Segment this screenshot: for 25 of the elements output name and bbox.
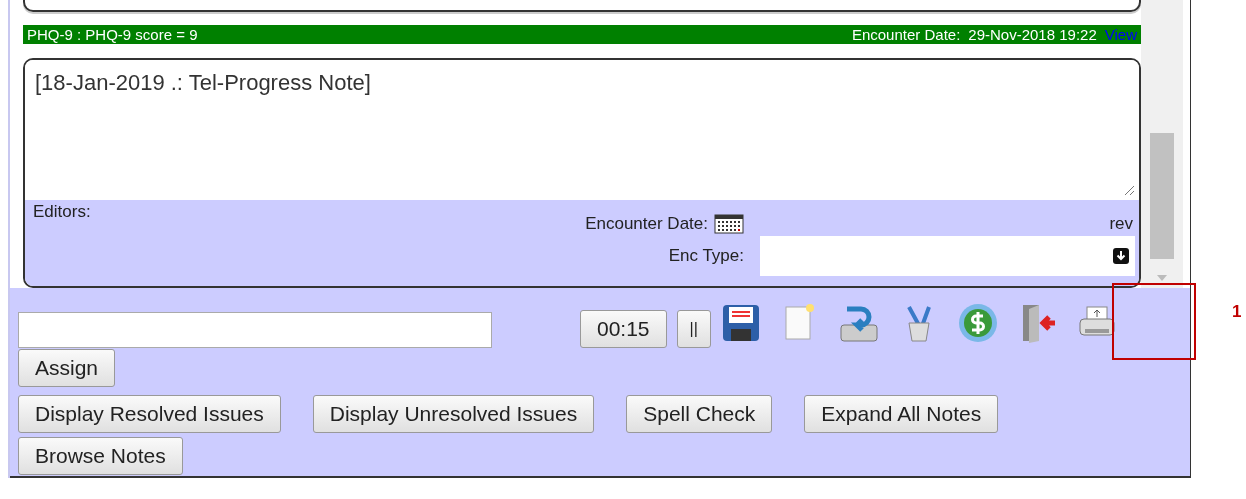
resize-grip-icon[interactable] xyxy=(1123,184,1135,197)
encounter-date-value: 29-Nov-2018 19:22 xyxy=(968,26,1097,44)
calendar-icon[interactable] xyxy=(714,214,744,235)
editors-label: Editors: xyxy=(33,202,91,223)
timer-button[interactable]: 00:15 xyxy=(580,310,667,348)
dollar-icon[interactable] xyxy=(956,302,999,344)
rev-label: rev xyxy=(1109,214,1133,235)
callout-number: 1 xyxy=(1232,302,1242,322)
phq-score: PHQ-9 : PHQ-9 score = 9 xyxy=(27,26,198,44)
save-icon[interactable] xyxy=(720,303,761,343)
action-button[interactable]: Display Resolved Issues xyxy=(18,395,281,433)
note-title: [18-Jan-2019 .: Tel-Progress Note] xyxy=(35,70,371,96)
scrollbar-thumb[interactable] xyxy=(1150,133,1174,259)
assign-button[interactable]: Assign xyxy=(18,349,116,387)
encounter-date-label: Encounter Date: xyxy=(585,214,708,235)
pause-button[interactable]: || xyxy=(676,310,711,348)
enc-type-label: Enc Type: xyxy=(668,246,744,267)
encounter-date-label: Encounter Date: xyxy=(851,26,961,44)
action-button[interactable]: Display Unresolved Issues xyxy=(312,395,595,433)
scroll-down-arrow-icon[interactable] xyxy=(1157,275,1167,281)
action-button[interactable]: Browse Notes xyxy=(18,437,183,475)
action-button[interactable]: Spell Check xyxy=(626,395,773,433)
assign-input-field[interactable] xyxy=(18,312,492,348)
action-button[interactable]: Expand All Notes xyxy=(804,395,999,433)
scrollbar[interactable] xyxy=(1141,0,1183,288)
